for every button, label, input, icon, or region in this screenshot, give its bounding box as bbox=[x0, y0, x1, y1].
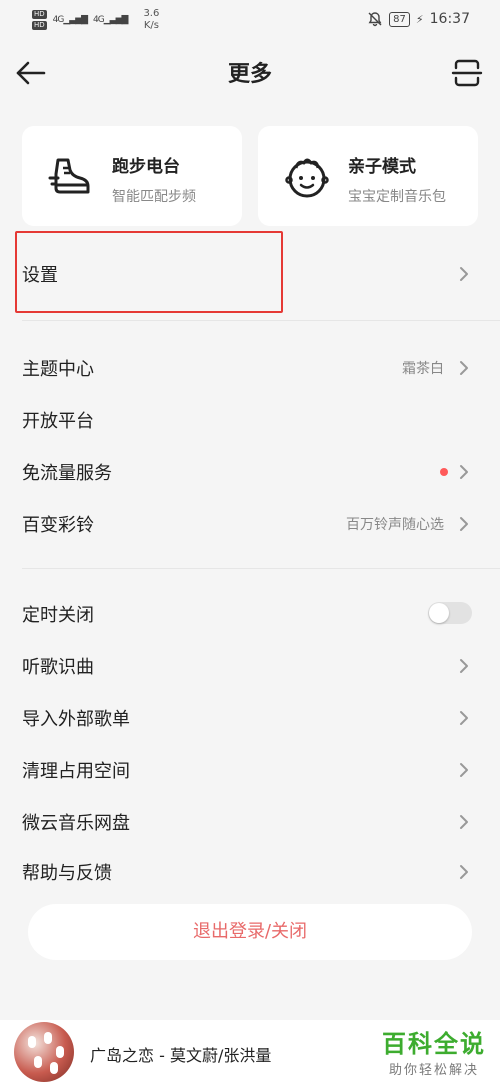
card-title: 跑步电台 bbox=[112, 157, 180, 177]
help-feedback-row[interactable]: 帮助与反馈 bbox=[0, 846, 500, 898]
mute-bell-icon bbox=[368, 12, 382, 27]
watermark: 百科全说 助你轻松解决 bbox=[382, 1024, 486, 1078]
row-label: 百变彩铃 bbox=[22, 515, 94, 536]
row-label: 帮助与反馈 bbox=[22, 863, 112, 884]
signal-icon-1: 4G▁▃▅▇ bbox=[52, 15, 88, 25]
chevron-right-icon bbox=[460, 711, 468, 725]
card-title: 亲子模式 bbox=[348, 157, 416, 177]
running-radio-card[interactable]: 跑步电台 智能匹配步频 bbox=[22, 126, 242, 226]
signal-icon-2: 4G▁▃▅▇ bbox=[93, 15, 128, 25]
battery-indicator: 87 bbox=[389, 11, 410, 27]
chevron-right-icon bbox=[460, 659, 468, 673]
charging-icon: ⚡ bbox=[415, 12, 424, 26]
theme-center-row[interactable]: 主题中心 霜茶白 bbox=[0, 342, 500, 394]
status-left: HD HD 4G▁▃▅▇ 4G▁▃▅▇ 3.6 K/s bbox=[32, 8, 159, 32]
chevron-right-icon bbox=[460, 517, 468, 531]
cloud-drive-row[interactable]: 微云音乐网盘 bbox=[0, 796, 500, 848]
hd-badges: HD HD bbox=[32, 10, 47, 30]
sleep-timer-row[interactable]: 定时关闭 bbox=[0, 588, 500, 640]
row-label: 开放平台 bbox=[22, 411, 94, 432]
highlight-annotation-box bbox=[15, 231, 283, 313]
album-cover[interactable] bbox=[14, 1022, 74, 1082]
row-label: 清理占用空间 bbox=[22, 761, 130, 782]
parent-child-mode-card[interactable]: 亲子模式 宝宝定制音乐包 bbox=[258, 126, 478, 226]
logout-button[interactable]: 退出登录/关闭 bbox=[28, 904, 472, 960]
status-right: 87 ⚡ 16:37 bbox=[367, 11, 470, 27]
card-subtitle: 宝宝定制音乐包 bbox=[348, 189, 446, 205]
row-label: 主题中心 bbox=[22, 359, 94, 380]
row-label: 微云音乐网盘 bbox=[22, 813, 130, 834]
row-label: 定时关闭 bbox=[22, 605, 94, 626]
hd-badge-1: HD bbox=[32, 10, 47, 19]
card-subtitle: 智能匹配步频 bbox=[112, 189, 196, 205]
toggle-knob bbox=[429, 603, 449, 623]
running-shoe-icon bbox=[48, 158, 90, 194]
notification-dot bbox=[440, 468, 448, 476]
now-playing-song: 广岛之恋 - 莫文蔚/张洪量 bbox=[90, 1046, 272, 1065]
chevron-right-icon bbox=[460, 865, 468, 879]
song-recognition-row[interactable]: 听歌识曲 bbox=[0, 640, 500, 692]
chevron-right-icon bbox=[460, 465, 468, 479]
network-speed: 3.6 K/s bbox=[143, 8, 160, 31]
chevron-right-icon bbox=[460, 815, 468, 829]
free-data-service-row[interactable]: 免流量服务 bbox=[0, 446, 500, 498]
divider bbox=[22, 568, 500, 569]
watermark-title: 百科全说 bbox=[382, 1030, 486, 1058]
row-label: 听歌识曲 bbox=[22, 657, 94, 678]
chevron-right-icon bbox=[460, 763, 468, 777]
open-platform-row[interactable]: 开放平台 bbox=[0, 394, 500, 446]
mini-player[interactable]: 广岛之恋 - 莫文蔚/张洪量 百科全说 助你轻松解决 bbox=[0, 1020, 500, 1084]
feature-cards: 跑步电台 智能匹配步频 亲子模式 宝宝定制音乐包 bbox=[22, 126, 478, 226]
navigation-bar: 更多 bbox=[0, 40, 500, 104]
row-label: 导入外部歌单 bbox=[22, 709, 130, 730]
chevron-right-icon bbox=[460, 361, 468, 375]
row-value: 霜茶白 bbox=[402, 361, 444, 377]
divider bbox=[22, 320, 500, 321]
watermark-subtitle: 助你轻松解决 bbox=[388, 1063, 479, 1078]
row-label: 免流量服务 bbox=[22, 463, 112, 484]
clock: 16:37 bbox=[429, 11, 470, 27]
clear-storage-row[interactable]: 清理占用空间 bbox=[0, 744, 500, 796]
baby-face-icon bbox=[285, 158, 329, 198]
scan-icon[interactable] bbox=[450, 56, 484, 90]
page-title: 更多 bbox=[227, 62, 272, 87]
chevron-right-icon bbox=[460, 267, 468, 281]
hd-badge-2: HD bbox=[32, 21, 47, 30]
row-value: 百万铃声随心选 bbox=[346, 517, 444, 533]
status-bar: HD HD 4G▁▃▅▇ 4G▁▃▅▇ 3.6 K/s 87 ⚡ 16:37 bbox=[0, 0, 500, 40]
ringtone-row[interactable]: 百变彩铃 百万铃声随心选 bbox=[0, 498, 500, 550]
sleep-timer-toggle[interactable] bbox=[428, 602, 472, 624]
import-playlist-row[interactable]: 导入外部歌单 bbox=[0, 692, 500, 744]
